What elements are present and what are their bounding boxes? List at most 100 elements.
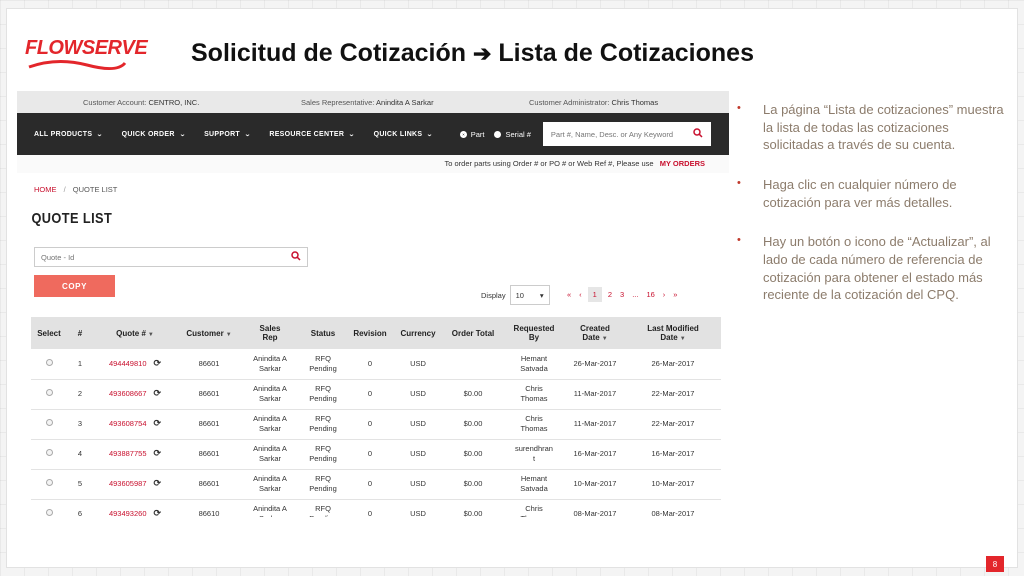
- nav-resource-center[interactable]: RESOURCE CENTER ⌄: [269, 131, 355, 138]
- revision-cell: 0: [347, 439, 393, 470]
- my-orders-link[interactable]: MY ORDERS: [660, 159, 705, 168]
- page-number: 8: [986, 556, 1004, 572]
- pager-last[interactable]: »: [673, 290, 677, 299]
- sales-rep-cell: Anindita ASarkar: [241, 409, 299, 440]
- pager-first[interactable]: «: [567, 290, 571, 299]
- requested-by-cell: surendhran t: [503, 439, 565, 470]
- header-search: [542, 122, 711, 146]
- search-type-radios: Part Serial #: [459, 130, 541, 139]
- display-select[interactable]: 10 ▾: [509, 285, 550, 305]
- breadcrumb-home[interactable]: HOME: [34, 185, 57, 194]
- col-last-modified[interactable]: Last Modified Date ▼: [625, 317, 721, 349]
- quote-cell: 493493260 ⟳: [93, 499, 177, 517]
- created-date-cell: 16-Mar-2017: [565, 439, 625, 470]
- nav-quick-order[interactable]: QUICK ORDER ⌄: [122, 131, 186, 138]
- row-select-radio[interactable]: [45, 509, 53, 517]
- sales-rep-cell: Anindita ASarkar: [241, 469, 299, 500]
- display-control: Display 10 ▾: [481, 285, 550, 305]
- order-total-cell: $0.00: [443, 469, 503, 500]
- account-bar: Customer Account: CENTRO, INC. Sales Rep…: [17, 91, 729, 113]
- search-icon[interactable]: [693, 127, 703, 141]
- table-header-row: Select # Quote # ▼ Customer ▼ Sales Rep Sta…: [31, 317, 721, 349]
- row-num: 2: [67, 379, 93, 410]
- sales-rep-cell: Anindita ASarkar: [241, 379, 299, 410]
- pager-page-1[interactable]: 1: [587, 287, 602, 302]
- currency-cell: USD: [393, 469, 443, 500]
- row-select-radio[interactable]: [45, 389, 53, 397]
- col-customer[interactable]: Customer ▼: [177, 317, 241, 349]
- pager-page-3[interactable]: 3: [620, 290, 624, 299]
- sales-rep-cell: Anindita ASarkar: [241, 499, 299, 517]
- col-currency: Currency: [393, 317, 443, 349]
- sort-down-icon: ▼: [225, 331, 232, 338]
- col-created-date[interactable]: Created Date ▼: [565, 317, 625, 349]
- col-quote[interactable]: Quote # ▼: [93, 317, 177, 349]
- row-select-radio[interactable]: [45, 419, 53, 427]
- quote-number-link[interactable]: 493605987: [109, 479, 147, 488]
- slide-title: Solicitud de Cotización ➔ Lista de Cotiz…: [191, 39, 754, 68]
- row-num: 5: [67, 469, 93, 500]
- pager-page-last[interactable]: 16: [646, 290, 654, 299]
- quote-number-link[interactable]: 493608754: [109, 419, 147, 428]
- list-item: • La página “Lista de cotizaciones” mues…: [737, 102, 1004, 153]
- chevron-down-icon: ⌄: [244, 131, 252, 138]
- refresh-icon[interactable]: ⟳: [154, 478, 162, 488]
- col-select: Select: [31, 317, 67, 349]
- copy-button[interactable]: COPY: [34, 275, 115, 297]
- requested-by-cell: Hemant Satvada: [503, 349, 565, 380]
- row-num: 1: [67, 349, 93, 380]
- refresh-icon[interactable]: ⟳: [154, 358, 162, 368]
- refresh-icon[interactable]: ⟳: [154, 418, 162, 428]
- chevron-down-icon: ⌄: [426, 131, 434, 138]
- order-total-cell: [443, 349, 503, 380]
- quote-number-link[interactable]: 493887755: [109, 449, 147, 458]
- search-icon[interactable]: [291, 250, 301, 264]
- nav-quick-links[interactable]: QUICK LINKS ⌄: [374, 131, 434, 138]
- sort-down-icon: ▼: [601, 336, 608, 342]
- refresh-icon[interactable]: ⟳: [154, 388, 162, 398]
- customer-administrator: Customer Administrator: Chris Thomas: [529, 97, 659, 107]
- header-search-input[interactable]: [550, 129, 693, 139]
- nav-all-products[interactable]: ALL PRODUCTS ⌄: [34, 131, 103, 138]
- quote-number-link[interactable]: 494449810: [109, 359, 147, 368]
- currency-cell: USD: [393, 409, 443, 440]
- currency-cell: USD: [393, 439, 443, 470]
- status-cell: RFQPending: [299, 499, 347, 517]
- sales-rep-cell: Anindita ASarkar: [241, 439, 299, 470]
- customer-cell: 86601: [177, 409, 241, 440]
- bullet-icon: •: [737, 234, 741, 247]
- row-select-radio[interactable]: [45, 449, 53, 457]
- quote-number-link[interactable]: 493493260: [109, 509, 147, 517]
- row-select-radio[interactable]: [45, 479, 53, 487]
- quote-cell: 493608754 ⟳: [93, 409, 177, 440]
- status-cell: RFQPending: [299, 409, 347, 440]
- created-date-cell: 11-Mar-2017: [565, 379, 625, 410]
- radio-part[interactable]: [459, 130, 467, 138]
- display-label: Display: [481, 290, 506, 300]
- row-select-radio[interactable]: [45, 358, 53, 366]
- nav-support[interactable]: SUPPORT ⌄: [204, 131, 252, 138]
- arrow-right-icon: ➔: [472, 41, 492, 66]
- refresh-icon[interactable]: ⟳: [154, 448, 162, 458]
- sort-down-icon: ▼: [147, 331, 154, 338]
- refresh-icon[interactable]: ⟳: [154, 508, 162, 517]
- pager-page-2[interactable]: 2: [608, 290, 612, 299]
- quote-search: [34, 247, 308, 267]
- pager-prev[interactable]: ‹: [579, 290, 582, 299]
- bullet-icon: •: [737, 177, 741, 190]
- breadcrumb-separator: /: [63, 185, 66, 194]
- chevron-down-icon: ⌄: [96, 131, 104, 138]
- currency-cell: USD: [393, 499, 443, 517]
- radio-serial[interactable]: [494, 130, 502, 138]
- quote-number-link[interactable]: 493608667: [109, 389, 147, 398]
- pager-next[interactable]: ›: [663, 290, 666, 299]
- row-num: 6: [67, 499, 93, 517]
- last-modified-cell: 16-Mar-2017: [625, 439, 721, 470]
- table-row: 4 493887755 ⟳ 86601 Anindita A Sarkar RFQ Pendi…: [31, 439, 721, 470]
- last-modified-cell: 22-Mar-2017: [625, 379, 721, 410]
- requested-by-cell: ChrisThomas: [503, 409, 565, 440]
- order-total-cell: $0.00: [443, 409, 503, 440]
- order-total-cell: $0.00: [443, 499, 503, 517]
- customer-cell: 86601: [177, 349, 241, 380]
- quote-search-input[interactable]: [41, 252, 291, 262]
